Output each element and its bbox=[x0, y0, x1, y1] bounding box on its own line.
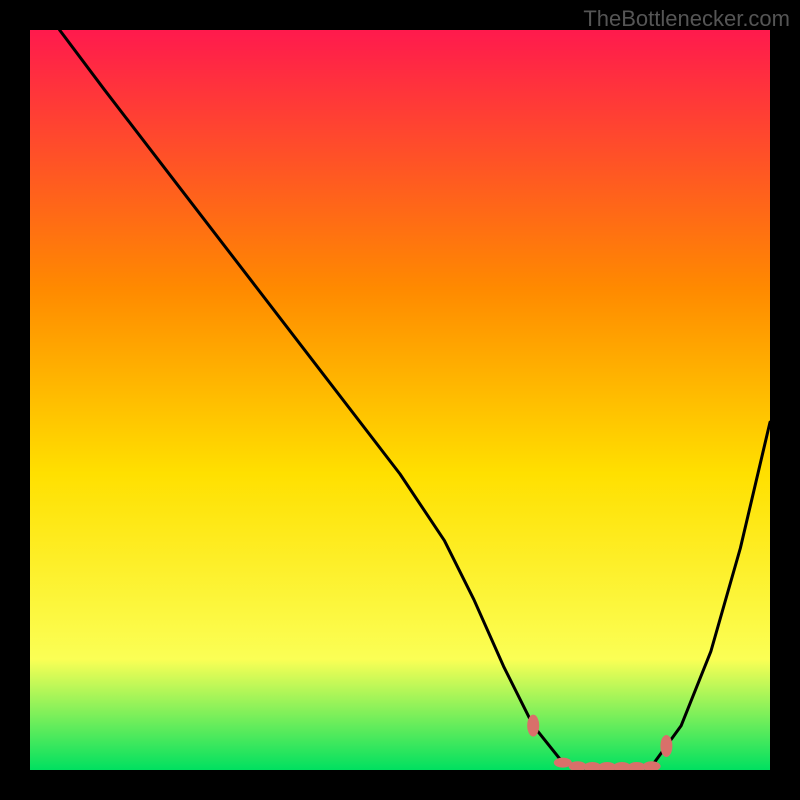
optimal-marker bbox=[527, 715, 539, 737]
chart-container: TheBottlenecker.com bbox=[0, 0, 800, 800]
gradient-background bbox=[30, 30, 770, 770]
optimal-marker bbox=[660, 735, 672, 757]
plot-area bbox=[30, 30, 770, 770]
bottleneck-chart bbox=[30, 30, 770, 770]
watermark-text: TheBottlenecker.com bbox=[583, 6, 790, 32]
